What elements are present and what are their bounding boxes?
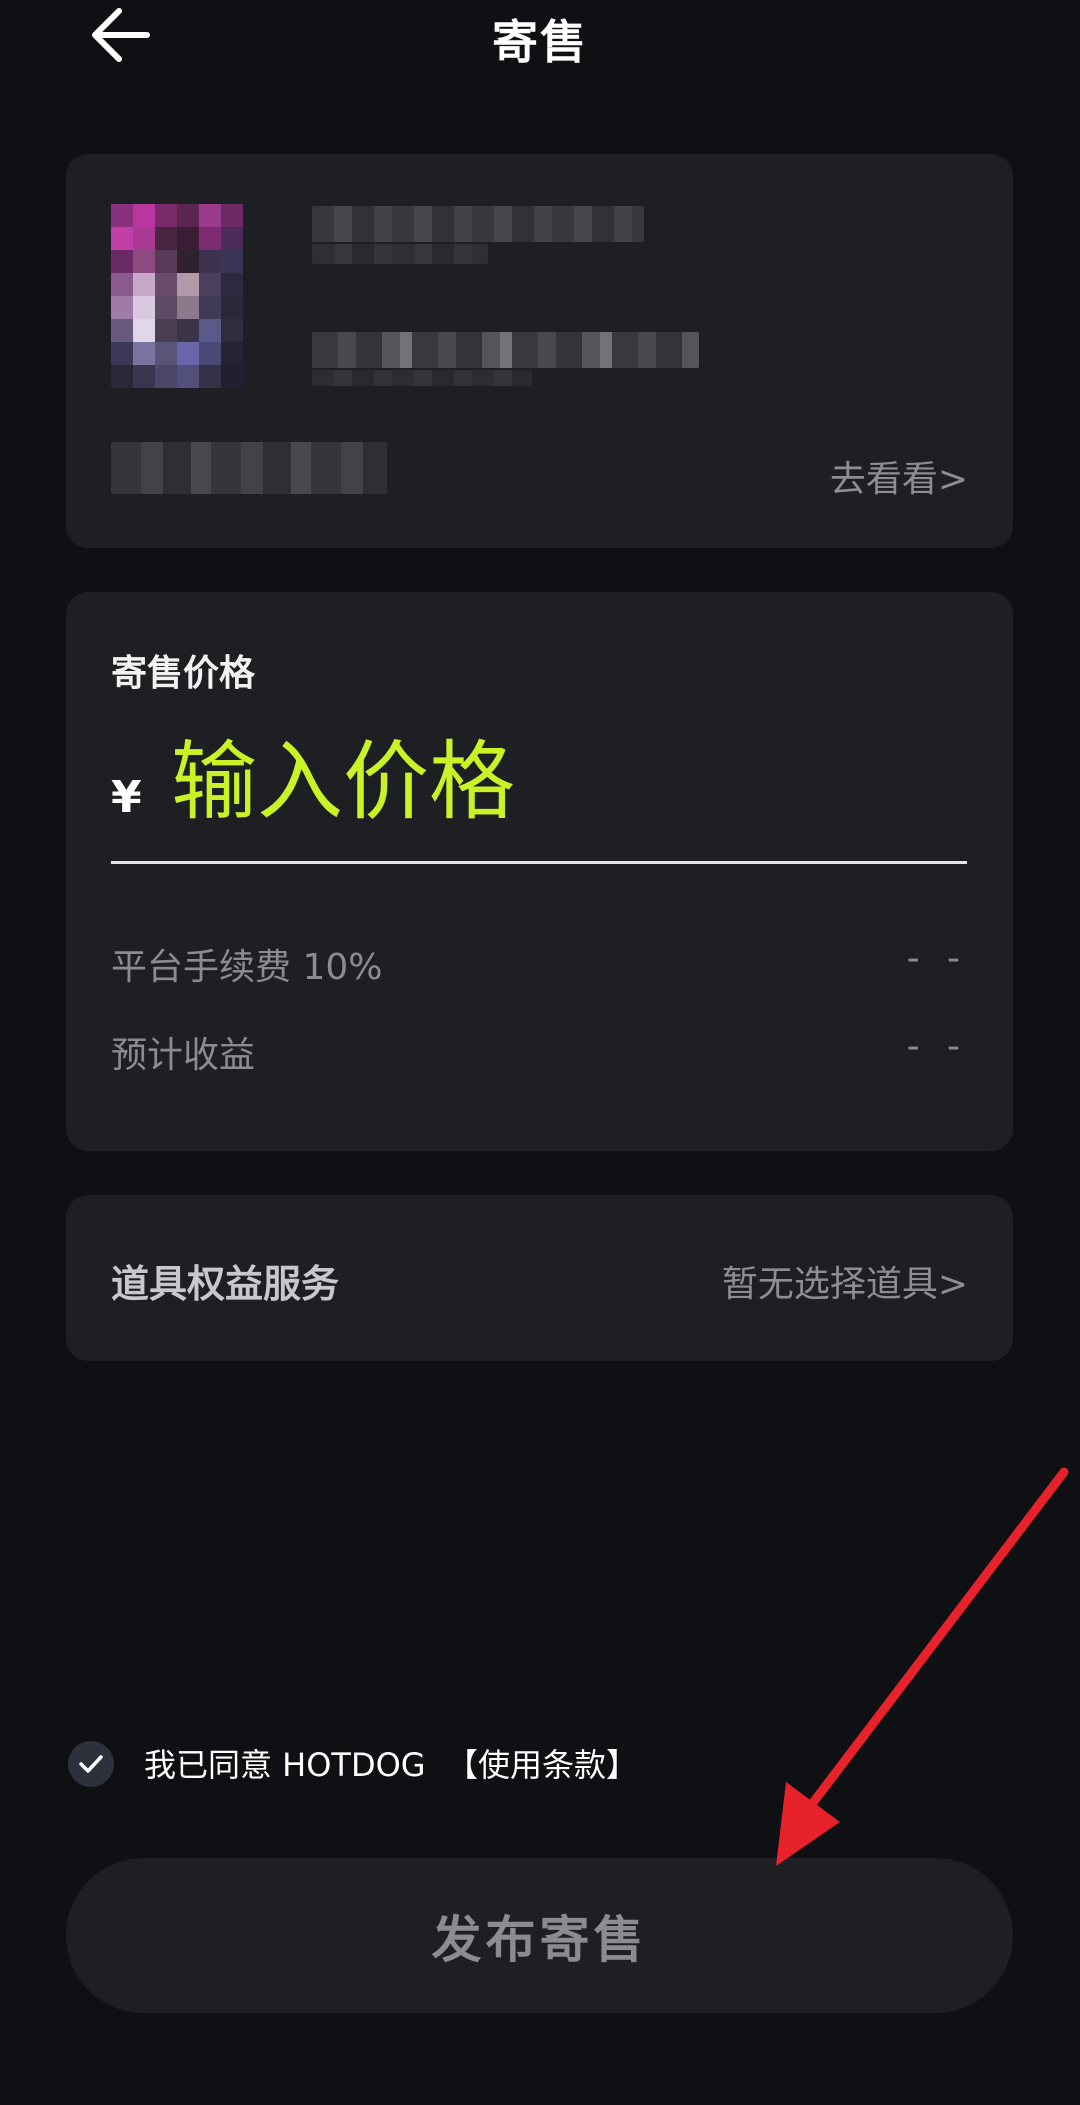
platform-fee-label: 平台手续费 10%: [111, 947, 383, 988]
product-thumbnail: [111, 204, 243, 388]
product-info-redacted-line2: [312, 370, 532, 386]
agreement-checkbox[interactable]: [68, 1741, 114, 1787]
agreement-text: 我已同意 HOTDOG: [144, 1746, 426, 1784]
product-name-redacted: [312, 206, 644, 242]
item-service-label: 道具权益服务: [111, 1262, 340, 1306]
price-input-underline: [111, 861, 967, 864]
item-service-select[interactable]: 暂无选择道具>: [722, 1255, 968, 1307]
price-input[interactable]: [171, 732, 941, 832]
expected-income-row: 预计收益 - -: [111, 1026, 968, 1078]
price-card: 寄售价格 ¥ 平台手续费 10% - - 预计收益 - -: [66, 592, 1013, 1151]
consign-page: 寄售 去看看> 寄售价格 ¥ 平台手续费 10% - - 预计收益: [0, 0, 1080, 2105]
publish-consign-button[interactable]: 发布寄售: [66, 1858, 1013, 2013]
platform-fee-row: 平台手续费 10% - -: [111, 938, 968, 990]
product-name-redacted-line2: [312, 244, 488, 264]
currency-symbol: ¥: [111, 772, 142, 823]
product-info-redacted: [312, 332, 699, 368]
checkmark-icon: [79, 1755, 103, 1773]
consign-price-label: 寄售价格: [111, 653, 256, 694]
expected-income-label: 预计收益: [111, 1035, 256, 1076]
product-meta-redacted: [111, 442, 387, 494]
terms-link[interactable]: 【使用条款】: [446, 1740, 638, 1786]
product-card: 去看看>: [66, 154, 1013, 548]
page-title: 寄售: [492, 15, 588, 69]
item-service-card[interactable]: 道具权益服务 暂无选择道具>: [66, 1195, 1013, 1361]
platform-fee-value: - -: [906, 938, 968, 979]
expected-income-value: - -: [906, 1026, 968, 1067]
goto-product-link[interactable]: 去看看>: [830, 450, 968, 502]
